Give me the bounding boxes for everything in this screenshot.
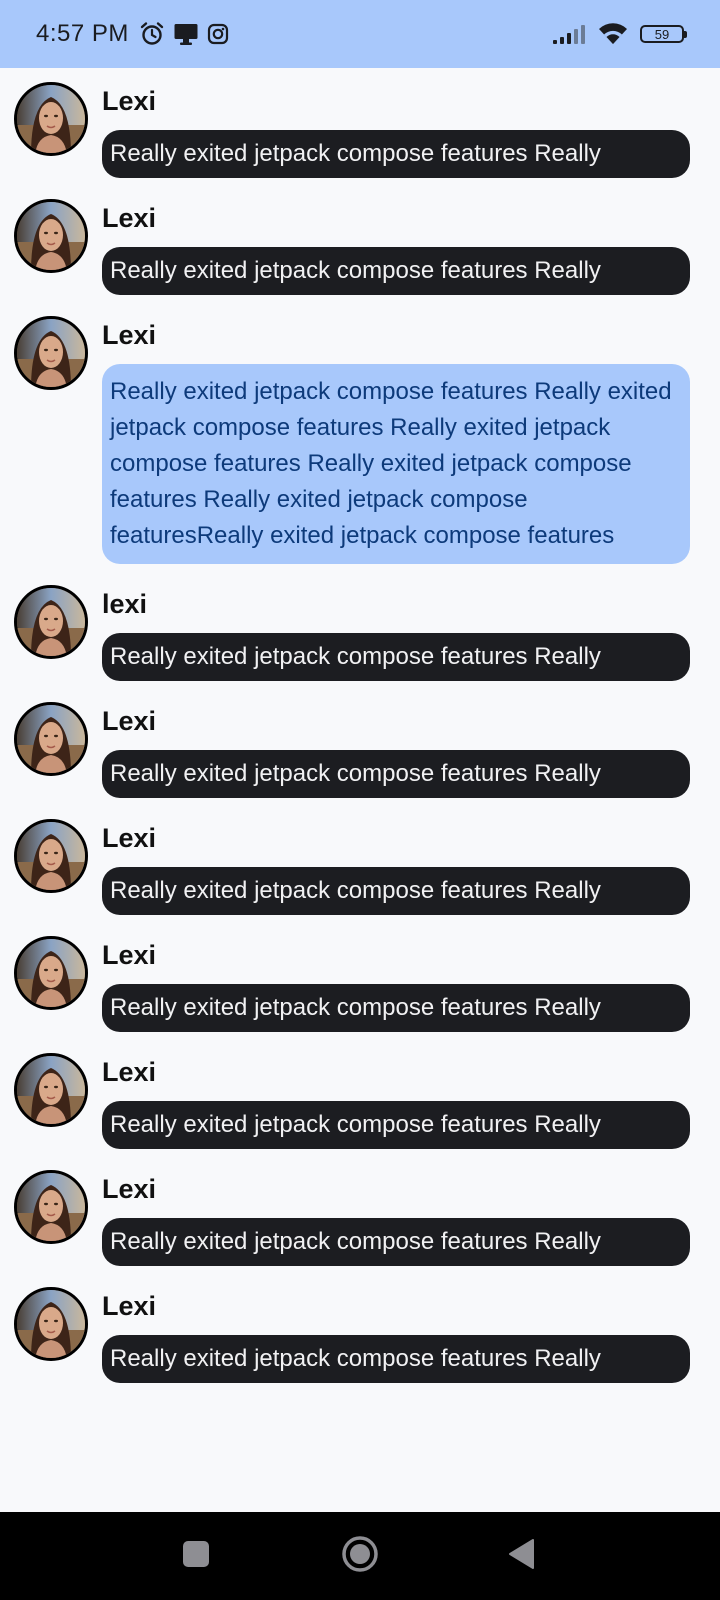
battery-icon: 59 bbox=[640, 25, 687, 43]
home-button[interactable] bbox=[340, 1535, 380, 1578]
message-item[interactable]: Lexi Really exited jetpack compose featur… bbox=[0, 199, 720, 295]
message-bubble[interactable]: Really exited jetpack compose features R… bbox=[102, 1101, 690, 1149]
message-item[interactable]: Lexi Really exited jetpack compose featur… bbox=[0, 1170, 720, 1266]
message-author: lexi bbox=[102, 589, 148, 619]
home-icon bbox=[341, 1535, 379, 1578]
back-icon bbox=[507, 1538, 537, 1575]
message-list[interactable]: Lexi Really exited jetpack compose featur… bbox=[0, 68, 720, 1512]
message-item[interactable]: Lexi Really exited jetpack compose featur… bbox=[0, 819, 720, 915]
message-body: Lexi Really exited jetpack compose featur… bbox=[102, 702, 704, 798]
message-author: Lexi bbox=[102, 1057, 157, 1087]
message-author: Lexi bbox=[102, 203, 157, 233]
back-button[interactable] bbox=[502, 1536, 542, 1576]
avatar[interactable] bbox=[14, 1287, 88, 1361]
message-body: Lexi Really exited jetpack compose featur… bbox=[102, 1287, 704, 1383]
message-author: Lexi bbox=[102, 823, 157, 853]
instagram-icon bbox=[207, 23, 229, 45]
navigation-bar bbox=[0, 1512, 720, 1600]
message-body: Lexi Really exited jetpack compose featur… bbox=[102, 1170, 704, 1266]
wifi-icon bbox=[598, 22, 628, 46]
message-bubble[interactable]: Really exited jetpack compose features R… bbox=[102, 1335, 690, 1383]
message-body: lexi Really exited jetpack compose featur… bbox=[102, 585, 704, 681]
message-item[interactable]: lexi Really exited jetpack compose featur… bbox=[0, 585, 720, 681]
message-body: Lexi Really exited jetpack compose featur… bbox=[102, 1053, 704, 1149]
message-body: Lexi Really exited jetpack compose featur… bbox=[102, 82, 704, 178]
alarm-icon bbox=[139, 21, 165, 47]
avatar[interactable] bbox=[14, 936, 88, 1010]
message-item[interactable]: Lexi Really exited jetpack compose featur… bbox=[0, 702, 720, 798]
message-author: Lexi bbox=[102, 86, 157, 116]
message-author: Lexi bbox=[102, 940, 157, 970]
avatar[interactable] bbox=[14, 819, 88, 893]
message-item[interactable]: Lexi Really exited jetpack compose featur… bbox=[0, 936, 720, 1032]
app-screen: 4:57 PM 59 Lexi Really exited jetpack co… bbox=[0, 0, 720, 1600]
signal-icon bbox=[552, 23, 586, 45]
avatar[interactable] bbox=[14, 199, 88, 273]
avatar[interactable] bbox=[14, 1053, 88, 1127]
status-left: 4:57 PM bbox=[36, 20, 229, 48]
message-bubble[interactable]: Really exited jetpack compose features R… bbox=[102, 984, 690, 1032]
avatar[interactable] bbox=[14, 702, 88, 776]
message-body: Lexi Really exited jetpack compose featur… bbox=[102, 316, 704, 564]
message-body: Lexi Really exited jetpack compose featur… bbox=[102, 936, 704, 1032]
screen-cast-icon bbox=[173, 21, 199, 47]
message-author: Lexi bbox=[102, 1174, 157, 1204]
message-bubble[interactable]: Really exited jetpack compose features R… bbox=[102, 130, 690, 178]
message-item[interactable]: Lexi Really exited jetpack compose featur… bbox=[0, 82, 720, 178]
message-bubble[interactable]: Really exited jetpack compose features R… bbox=[102, 633, 690, 681]
status-time: 4:57 PM bbox=[36, 20, 129, 47]
message-body: Lexi Really exited jetpack compose featur… bbox=[102, 819, 704, 915]
avatar[interactable] bbox=[14, 316, 88, 390]
battery-level: 59 bbox=[654, 26, 670, 42]
status-right: 59 bbox=[552, 22, 687, 46]
avatar[interactable] bbox=[14, 585, 88, 659]
message-item[interactable]: Lexi Really exited jetpack compose featur… bbox=[0, 316, 720, 564]
message-bubble[interactable]: Really exited jetpack compose features R… bbox=[102, 247, 690, 295]
message-author: Lexi bbox=[102, 1291, 157, 1321]
message-author: Lexi bbox=[102, 706, 157, 736]
avatar[interactable] bbox=[14, 1170, 88, 1244]
recents-icon bbox=[182, 1540, 210, 1573]
message-author: Lexi bbox=[102, 320, 157, 350]
message-bubble-expanded[interactable]: Really exited jetpack compose features R… bbox=[102, 364, 690, 564]
message-bubble[interactable]: Really exited jetpack compose features R… bbox=[102, 867, 690, 915]
message-item[interactable]: Lexi Really exited jetpack compose featur… bbox=[0, 1053, 720, 1149]
avatar[interactable] bbox=[14, 82, 88, 156]
message-body: Lexi Really exited jetpack compose featur… bbox=[102, 199, 704, 295]
message-bubble[interactable]: Really exited jetpack compose features R… bbox=[102, 1218, 690, 1266]
message-item[interactable]: Lexi Really exited jetpack compose featur… bbox=[0, 1287, 720, 1383]
message-bubble[interactable]: Really exited jetpack compose features R… bbox=[102, 750, 690, 798]
status-bar: 4:57 PM 59 bbox=[0, 0, 720, 68]
recents-button[interactable] bbox=[176, 1536, 216, 1576]
